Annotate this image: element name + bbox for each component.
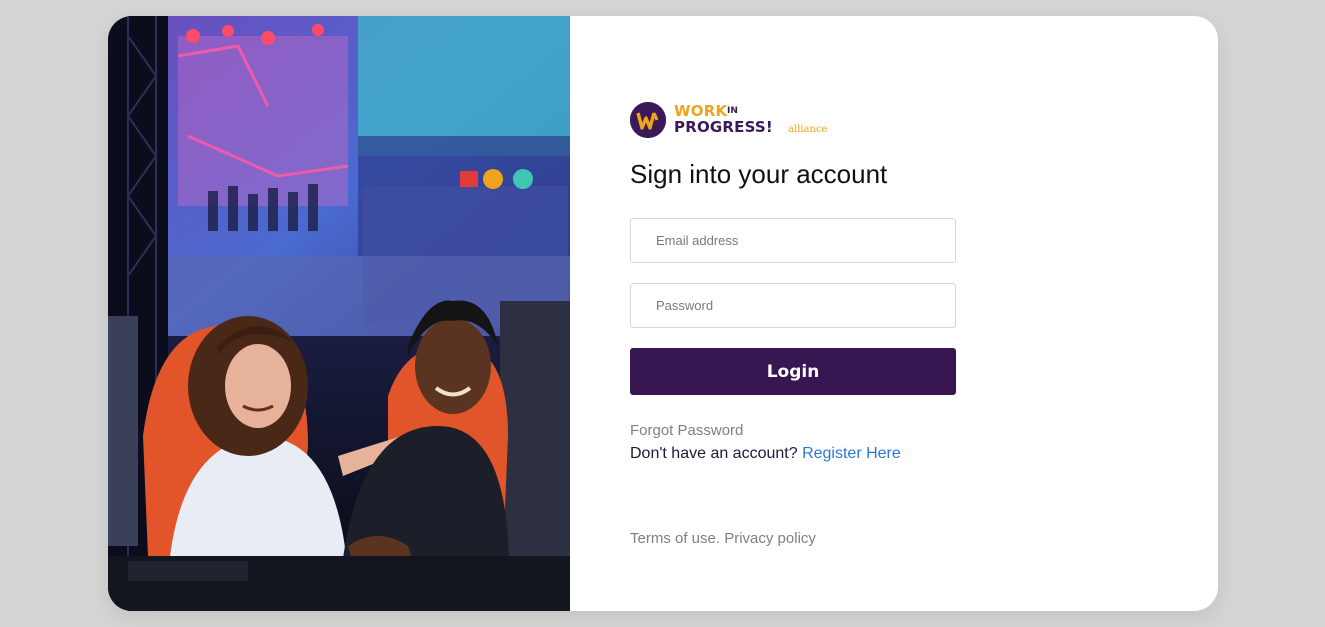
privacy-link[interactable]: Privacy policy xyxy=(724,530,816,547)
brand-logo: WORK IN PROGRESS! alliance xyxy=(630,100,870,140)
login-form-area: WORK IN PROGRESS! alliance Sign into you… xyxy=(630,16,1218,611)
logo-w-icon xyxy=(630,102,666,138)
login-card: WORK IN PROGRESS! alliance Sign into you… xyxy=(108,16,1218,611)
logo-text-progress: PROGRESS! xyxy=(674,118,773,136)
page-title: Sign into your account xyxy=(630,159,888,189)
email-field[interactable] xyxy=(630,218,956,263)
gaming-photo-illustration xyxy=(108,16,570,611)
logo-emblem xyxy=(630,102,666,138)
forgot-password-link[interactable]: Forgot Password xyxy=(630,422,743,439)
logo-text-alliance: alliance xyxy=(788,124,828,135)
logo-text-in: IN xyxy=(727,106,738,116)
footer-links: Terms of use. Privacy policy xyxy=(630,530,816,547)
password-field[interactable] xyxy=(630,283,956,328)
login-button[interactable]: Login xyxy=(630,348,956,395)
register-link[interactable]: Register Here xyxy=(802,445,901,462)
register-prompt: Don't have an account? Register Here xyxy=(630,445,901,463)
hero-image xyxy=(108,16,570,611)
no-account-text: Don't have an account? xyxy=(630,445,798,462)
terms-link[interactable]: Terms of use. xyxy=(630,530,720,547)
